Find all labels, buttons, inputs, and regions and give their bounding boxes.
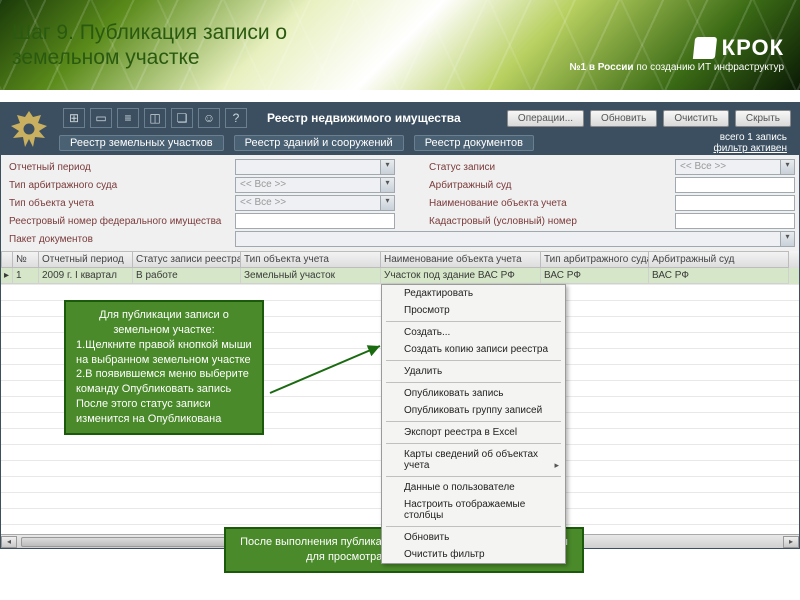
cell-status: В работе bbox=[133, 268, 241, 284]
user-icon[interactable]: ☺ bbox=[198, 108, 220, 128]
instruction-callout-1: Для публикации записи о земельном участк… bbox=[64, 300, 264, 435]
brand-subline-lead: №1 в России bbox=[569, 62, 633, 73]
eagle-emblem-icon bbox=[7, 109, 51, 151]
chevron-down-icon[interactable]: ▾ bbox=[780, 160, 794, 174]
label-obj-type: Тип объекта учета bbox=[5, 198, 235, 209]
select-period[interactable]: ▾ bbox=[235, 159, 395, 175]
menu-delete[interactable]: Удалить bbox=[382, 363, 565, 380]
clear-button[interactable]: Очистить bbox=[663, 110, 729, 127]
menu-view[interactable]: Просмотр bbox=[382, 302, 565, 319]
list-icon[interactable]: ≡ bbox=[117, 108, 139, 128]
col-period[interactable]: Отчетный период bbox=[39, 251, 133, 268]
menu-cards[interactable]: Карты сведений об объектах учета bbox=[382, 446, 565, 474]
cell-objtype: Земельный участок bbox=[241, 268, 381, 284]
brand-text: КРОК bbox=[722, 35, 784, 61]
chevron-down-icon[interactable]: ▾ bbox=[380, 196, 394, 210]
select-court-type[interactable]: << Все >>▾ bbox=[235, 177, 395, 193]
brand-subline-rest: по созданию ИТ инфраструктур bbox=[636, 62, 784, 73]
hide-button[interactable]: Скрыть bbox=[735, 110, 791, 127]
filter-active-link[interactable]: фильтр активен bbox=[714, 143, 788, 154]
brand-logo: КРОК bbox=[694, 35, 784, 61]
input-obj-name[interactable] bbox=[675, 195, 795, 211]
callout1-step2: 2.В появившемся меню выберите команду Оп… bbox=[76, 367, 252, 397]
col-objtype[interactable]: Тип объекта учета bbox=[241, 251, 381, 268]
label-fed-num: Реестровый номер федерального имущества bbox=[5, 216, 235, 227]
table-row[interactable]: ▸ 1 2009 г. I квартал В работе Земельный… bbox=[1, 268, 799, 284]
col-status[interactable]: Статус записи реестра bbox=[133, 251, 241, 268]
cell-courttype: ВАС РФ bbox=[541, 268, 649, 284]
columns-icon[interactable]: ⊞ bbox=[63, 108, 85, 128]
filter-status: всего 1 запись фильтр активен bbox=[714, 132, 792, 154]
filter-panel: Отчетный период ▾ Статус записи << Все >… bbox=[1, 155, 799, 251]
brand-subline: №1 в России по созданию ИТ инфраструктур bbox=[569, 62, 784, 73]
menu-export[interactable]: Экспорт реестра в Excel bbox=[382, 424, 565, 441]
menu-publish-group[interactable]: Опубликовать группу записей bbox=[382, 402, 565, 419]
label-status: Статус записи bbox=[425, 162, 675, 173]
input-fed-num[interactable] bbox=[235, 213, 395, 229]
input-court[interactable] bbox=[675, 177, 795, 193]
operations-button[interactable]: Операции... bbox=[507, 110, 584, 127]
menu-user[interactable]: Данные о пользователе bbox=[382, 479, 565, 496]
chevron-down-icon[interactable]: ▾ bbox=[380, 160, 394, 174]
menu-refresh[interactable]: Обновить bbox=[382, 529, 565, 546]
menu-columns[interactable]: Настроить отображаемые столбцы bbox=[382, 496, 565, 524]
tabs-bar: Реестр земельных участков Реестр зданий … bbox=[1, 133, 799, 155]
menu-publish[interactable]: Опубликовать запись bbox=[382, 385, 565, 402]
row-marker-icon: ▸ bbox=[1, 268, 13, 284]
record-count: всего 1 запись bbox=[714, 132, 788, 143]
window-icon[interactable]: ▭ bbox=[90, 108, 112, 128]
scroll-left-icon[interactable]: ◂ bbox=[1, 536, 17, 548]
callout1-title: Для публикации записи о земельном участк… bbox=[76, 308, 252, 338]
chart-icon[interactable]: ◫ bbox=[144, 108, 166, 128]
label-obj-name: Наименование объекта учета bbox=[425, 198, 675, 209]
scroll-thumb[interactable] bbox=[21, 537, 241, 547]
menu-edit[interactable]: Редактировать bbox=[382, 285, 565, 302]
cell-num: 1 bbox=[13, 268, 39, 284]
tab-buildings-registry[interactable]: Реестр зданий и сооружений bbox=[234, 135, 404, 151]
label-pack: Пакет документов bbox=[5, 234, 235, 245]
slide-title-line2: земельном участке bbox=[12, 45, 287, 70]
col-marker[interactable] bbox=[1, 251, 13, 268]
app-title: Реестр недвижимого имущества bbox=[267, 111, 461, 125]
help-icon[interactable]: ? bbox=[225, 108, 247, 128]
select-status[interactable]: << Все >>▾ bbox=[675, 159, 795, 175]
doc-icon[interactable]: ❏ bbox=[171, 108, 193, 128]
menu-clear-filter[interactable]: Очистить фильтр bbox=[382, 546, 565, 563]
col-court[interactable]: Арбитражный суд bbox=[649, 251, 789, 268]
brand-mark-icon bbox=[692, 37, 716, 59]
app-header: ⊞ ▭ ≡ ◫ ❏ ☺ ? Реестр недвижимого имущест… bbox=[1, 103, 799, 133]
callout1-result: После этого статус записи изменится на О… bbox=[76, 397, 252, 427]
refresh-button[interactable]: Обновить bbox=[590, 110, 657, 127]
label-court: Арбитражный суд bbox=[425, 180, 675, 191]
cell-period: 2009 г. I квартал bbox=[39, 268, 133, 284]
scroll-right-icon[interactable]: ▸ bbox=[783, 536, 799, 548]
input-cadastral[interactable] bbox=[675, 213, 795, 229]
toolbar-icons: ⊞ ▭ ≡ ◫ ❏ ☺ ? bbox=[63, 108, 247, 128]
label-court-type: Тип арбитражного суда bbox=[5, 180, 235, 191]
slide-title: Шаг 9. Публикация записи о земельном уча… bbox=[12, 20, 287, 70]
menu-create[interactable]: Создать... bbox=[382, 324, 565, 341]
chevron-down-icon[interactable]: ▾ bbox=[780, 232, 794, 246]
callout1-step1: 1.Щелкните правой кнопкой мыши на выбран… bbox=[76, 338, 252, 368]
cell-objname: Участок под здание ВАС РФ bbox=[381, 268, 541, 284]
select-obj-type[interactable]: << Все >>▾ bbox=[235, 195, 395, 211]
col-courttype[interactable]: Тип арбитражного суда bbox=[541, 251, 649, 268]
tab-land-registry[interactable]: Реестр земельных участков bbox=[59, 135, 224, 151]
col-num[interactable]: № bbox=[13, 251, 39, 268]
menu-copy[interactable]: Создать копию записи реестра bbox=[382, 341, 565, 358]
grid-header: № Отчетный период Статус записи реестра … bbox=[1, 251, 799, 268]
context-menu: Редактировать Просмотр Создать... Создат… bbox=[381, 284, 566, 564]
chevron-down-icon[interactable]: ▾ bbox=[380, 178, 394, 192]
label-period: Отчетный период bbox=[5, 162, 235, 173]
cell-court: ВАС РФ bbox=[649, 268, 789, 284]
col-objname[interactable]: Наименование объекта учета bbox=[381, 251, 541, 268]
tab-documents-registry[interactable]: Реестр документов bbox=[414, 135, 534, 151]
slide-title-line1: Шаг 9. Публикация записи о bbox=[12, 20, 287, 45]
slide-banner: Шаг 9. Публикация записи о земельном уча… bbox=[0, 0, 800, 90]
label-cadastral: Кадастровый (условный) номер bbox=[425, 216, 675, 227]
select-pack[interactable]: ▾ bbox=[235, 231, 795, 247]
